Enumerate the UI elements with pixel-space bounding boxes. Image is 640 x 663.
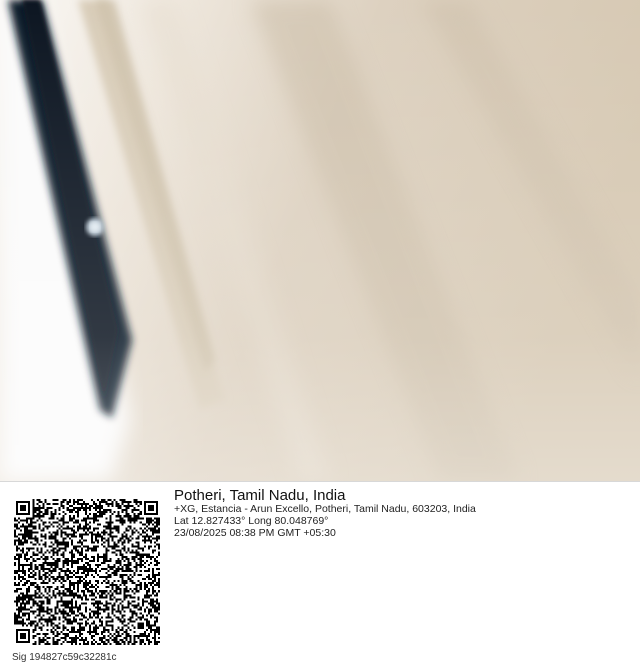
place-name: Potheri, Tamil Nadu, India: [174, 487, 346, 504]
signature-text: Sig 194827c59c32281c: [12, 652, 117, 663]
coordinates-line: Lat 12.827433° Long 80.048769°: [174, 515, 329, 527]
address-line: +XG, Estancia - Arun Excello, Potheri, T…: [174, 503, 476, 515]
qr-code: [14, 499, 160, 645]
photo-image: [0, 0, 640, 481]
camera-photo: [0, 0, 640, 481]
geotag-info-panel: Potheri, Tamil Nadu, India +XG, Estancia…: [0, 481, 640, 663]
timestamp-line: 23/08/2025 08:38 PM GMT +05:30: [174, 527, 336, 539]
